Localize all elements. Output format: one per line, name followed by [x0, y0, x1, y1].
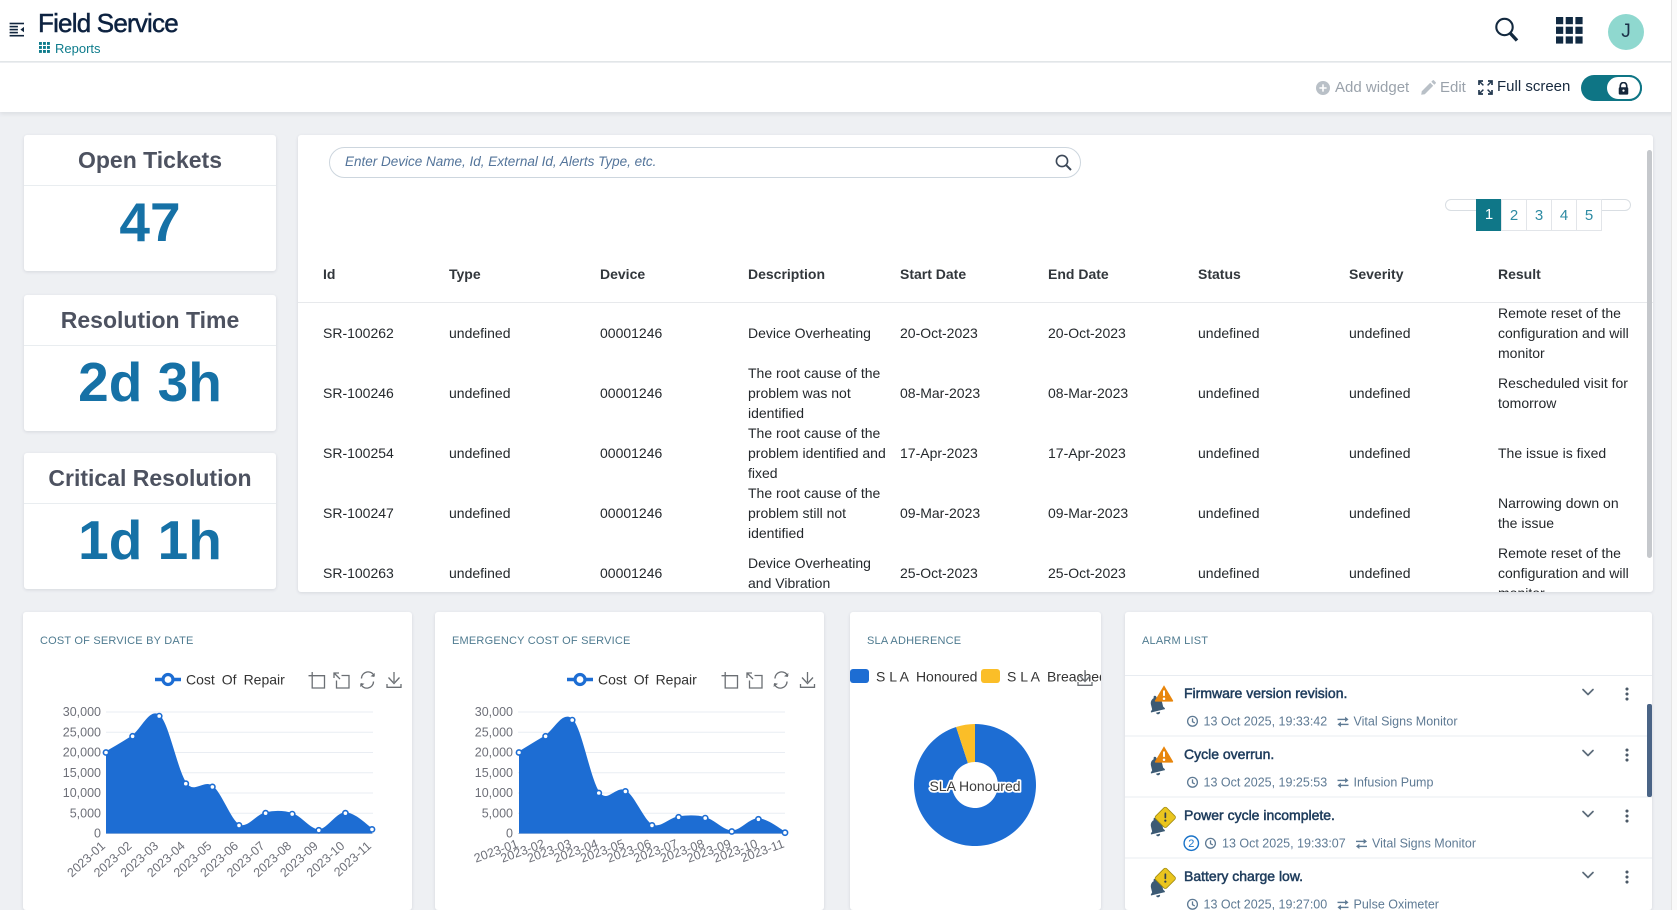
svg-text:20,000: 20,000 [475, 746, 513, 760]
svg-text:5,000: 5,000 [482, 806, 513, 820]
svg-text:13 Oct 2025, 19:27:00: 13 Oct 2025, 19:27:00 [1204, 898, 1328, 910]
svg-text:30,000: 30,000 [63, 705, 101, 719]
svg-text:15,000: 15,000 [63, 766, 101, 780]
svg-text:SLA Honoured: SLA Honoured [929, 778, 1020, 794]
svg-text:Infusion Pump: Infusion Pump [1354, 776, 1434, 790]
svg-text:Pulse Oximeter: Pulse Oximeter [1354, 898, 1439, 910]
svg-text:Cost Of Repair: Cost Of Repair [186, 672, 285, 688]
svg-text:10,000: 10,000 [63, 786, 101, 800]
svg-text:S L A Honoured: S L A Honoured [876, 669, 977, 685]
svg-text:Cost Of Repair: Cost Of Repair [598, 672, 697, 688]
svg-text:S L A Breached: S L A Breached [1007, 669, 1101, 685]
svg-text:Vital Signs Monitor: Vital Signs Monitor [1372, 837, 1476, 851]
svg-text:2: 2 [1188, 838, 1194, 850]
svg-text:13 Oct 2025, 19:33:42: 13 Oct 2025, 19:33:42 [1204, 715, 1328, 729]
svg-text:15,000: 15,000 [475, 766, 513, 780]
svg-text:30,000: 30,000 [475, 705, 513, 719]
svg-text:25,000: 25,000 [475, 726, 513, 740]
svg-text:25,000: 25,000 [63, 726, 101, 740]
svg-text:Vital Signs Monitor: Vital Signs Monitor [1354, 715, 1458, 729]
svg-text:13 Oct 2025, 19:33:07: 13 Oct 2025, 19:33:07 [1222, 837, 1346, 851]
svg-text:13 Oct 2025, 19:25:53: 13 Oct 2025, 19:25:53 [1204, 776, 1328, 790]
svg-text:10,000: 10,000 [475, 786, 513, 800]
svg-text:20,000: 20,000 [63, 746, 101, 760]
svg-text:5,000: 5,000 [70, 806, 101, 820]
